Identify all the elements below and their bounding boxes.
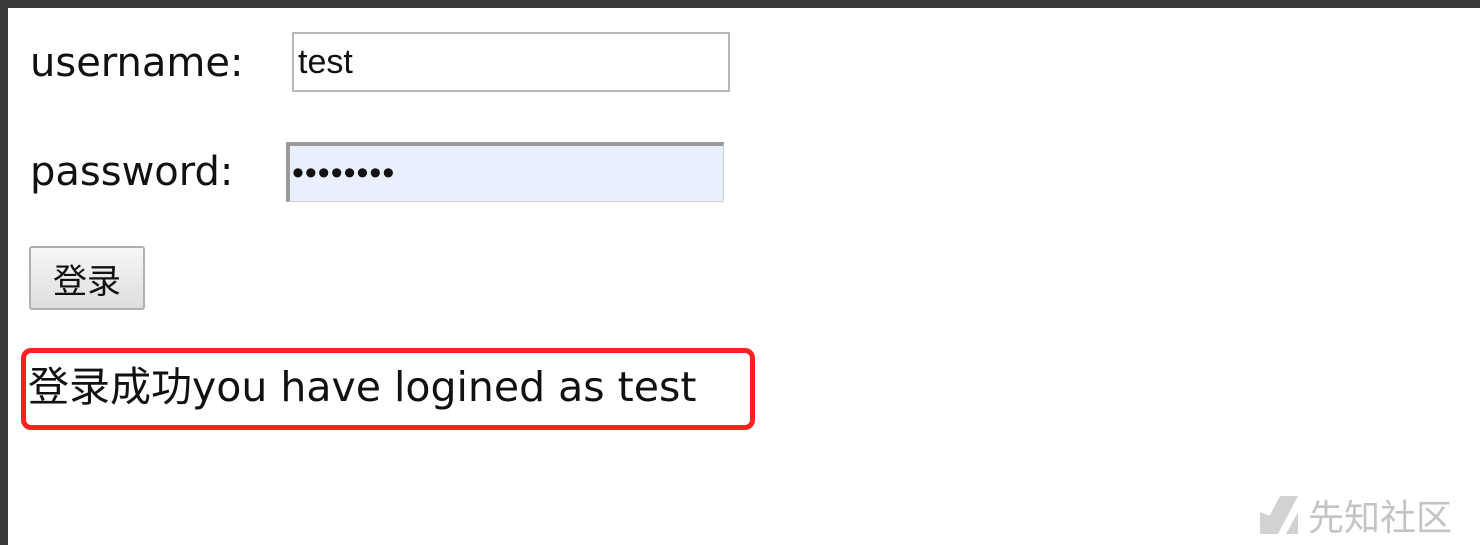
username-label: username:: [30, 40, 244, 86]
username-input[interactable]: [292, 32, 730, 92]
password-label: password:: [30, 149, 234, 195]
watermark: 先知社区: [1256, 489, 1452, 541]
xianzhi-logo-icon: [1259, 496, 1298, 534]
username-row: username:: [30, 32, 243, 94]
login-button[interactable]: 登录: [29, 246, 145, 310]
password-row: password:: [30, 141, 233, 203]
password-input[interactable]: [286, 142, 724, 202]
watermark-text: 先知社区: [1307, 498, 1452, 539]
page-content: username: password: 登录 登录成功you have logi…: [8, 8, 1480, 545]
login-result-message: 登录成功you have logined as test: [28, 363, 697, 411]
